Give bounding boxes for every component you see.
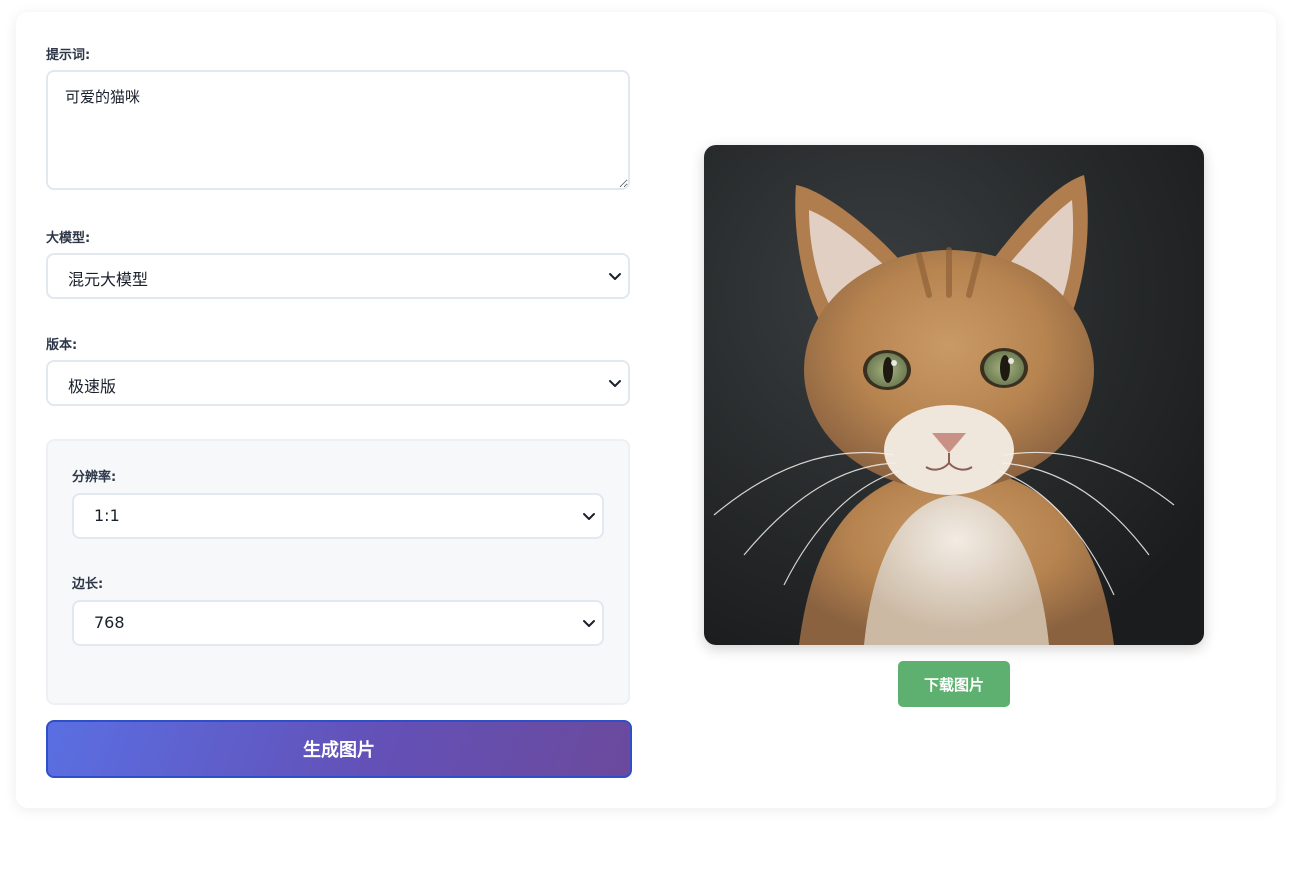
resolution-select-value: 1:1 bbox=[94, 506, 120, 525]
chevron-down-icon bbox=[609, 380, 621, 387]
generate-image-button[interactable]: 生成图片 bbox=[46, 720, 632, 778]
version-label: 版本: bbox=[46, 338, 78, 353]
model-select[interactable]: 混元大模型 bbox=[46, 253, 630, 299]
prompt-label: 提示词: bbox=[46, 48, 91, 63]
model-select-value: 混元大模型 bbox=[68, 270, 149, 289]
side-length-select-value: 768 bbox=[94, 613, 125, 632]
resolution-label: 分辨率: bbox=[72, 470, 117, 485]
generator-card: 提示词: 可爱的猫咪 大模型: 混元大模型 版本: 极速版 分辨率: 1:1 边… bbox=[16, 12, 1276, 808]
side-length-select[interactable]: 768 bbox=[72, 600, 604, 646]
version-select[interactable]: 极速版 bbox=[46, 360, 630, 406]
cat-photo bbox=[704, 145, 1204, 645]
chevron-down-icon bbox=[583, 620, 595, 627]
side-length-label: 边长: bbox=[72, 577, 104, 592]
download-image-button[interactable]: 下载图片 bbox=[898, 661, 1010, 707]
resolution-select[interactable]: 1:1 bbox=[72, 493, 604, 539]
advanced-settings-panel: 分辨率: 1:1 边长: 768 bbox=[46, 439, 630, 705]
version-select-value: 极速版 bbox=[68, 377, 117, 396]
prompt-textarea[interactable]: 可爱的猫咪 bbox=[46, 70, 630, 190]
model-label: 大模型: bbox=[46, 231, 91, 246]
chevron-down-icon bbox=[609, 273, 621, 280]
generated-image bbox=[704, 145, 1204, 645]
chevron-down-icon bbox=[583, 513, 595, 520]
